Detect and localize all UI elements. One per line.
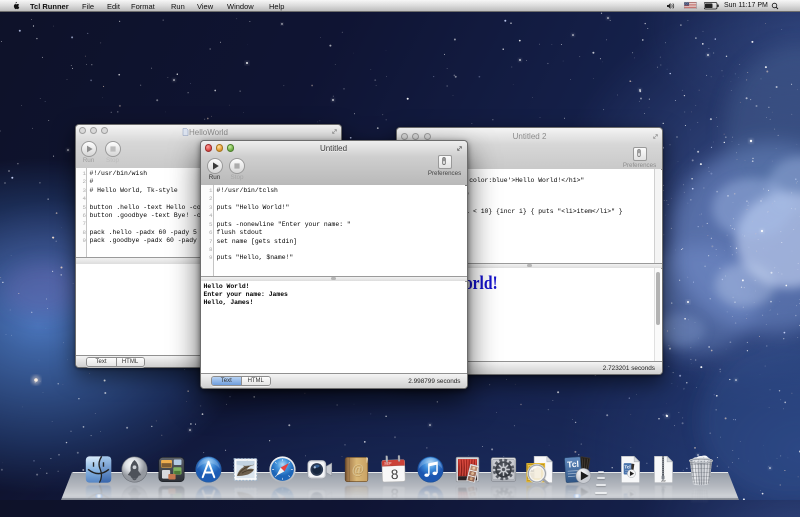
svg-text:@: @ [352,492,364,507]
svg-text:@: @ [352,462,364,477]
svg-text:Tcl: Tcl [624,499,630,504]
svg-text:Tcl: Tcl [567,459,579,470]
svg-text:ZIP: ZIP [661,479,666,483]
svg-text:SEP: SEP [384,461,392,465]
svg-text:Tcl: Tcl [567,499,579,510]
svg-text:Tcl: Tcl [624,465,630,470]
svg-text:SEP: SEP [384,503,392,507]
svg-text:8: 8 [390,467,398,482]
svg-text:ZIP: ZIP [661,485,666,489]
svg-text:8: 8 [390,486,398,501]
